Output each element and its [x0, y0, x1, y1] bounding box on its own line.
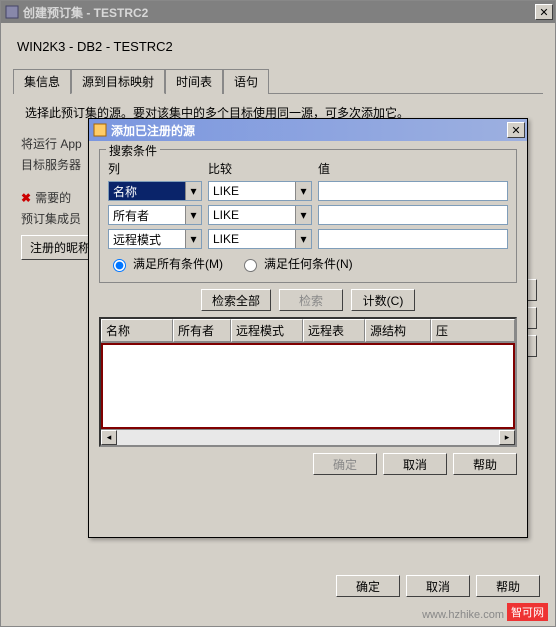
chevron-down-icon: ▾ [295, 206, 311, 224]
main-cancel-button[interactable]: 取消 [406, 575, 470, 597]
scroll-left-icon[interactable]: ◂ [101, 430, 117, 445]
modal-titlebar: 添加已注册的源 ✕ [89, 119, 527, 141]
h-scrollbar[interactable]: ◂ ▸ [101, 429, 515, 445]
chevron-down-icon: ▾ [185, 230, 201, 248]
cond-row-0: 名称▾ LIKE▾ [108, 181, 508, 201]
cmp-select-2[interactable]: LIKE▾ [208, 229, 312, 249]
cond-row-1: 所有者▾ LIKE▾ [108, 205, 508, 225]
chevron-down-icon: ▾ [185, 206, 201, 224]
error-icon: ✖ [21, 191, 31, 205]
cmp-select-1[interactable]: LIKE▾ [208, 205, 312, 225]
main-titlebar: 创建预订集 - TESTRC2 ✕ [1, 1, 555, 23]
main-title: 创建预订集 - TESTRC2 [23, 4, 533, 21]
scroll-right-icon[interactable]: ▸ [499, 430, 515, 445]
radio-all[interactable]: 满足所有条件(M) [108, 255, 223, 272]
results-grid: 名称 所有者 远程模式 远程表 源结构 压 ◂ ▸ [99, 317, 517, 447]
chevron-down-icon: ▾ [185, 182, 201, 200]
val-input-0[interactable] [318, 181, 508, 201]
modal-body: 搜索条件 列 比较 值 名称▾ LIKE▾ 所有者▾ LIKE▾ 远程模式▾ L… [89, 141, 527, 481]
col-select-1[interactable]: 所有者▾ [108, 205, 202, 225]
chevron-down-icon: ▾ [295, 182, 311, 200]
results-header: 名称 所有者 远程模式 远程表 源结构 压 [101, 319, 515, 343]
val-input-1[interactable] [318, 205, 508, 225]
modal-ok-button[interactable]: 确定 [313, 453, 377, 475]
rescol-name[interactable]: 名称 [101, 319, 173, 342]
app-icon [5, 5, 19, 19]
header-val: 值 [318, 160, 508, 177]
search-conditions-fieldset: 搜索条件 列 比较 值 名称▾ LIKE▾ 所有者▾ LIKE▾ 远程模式▾ L… [99, 149, 517, 283]
tab-source-target[interactable]: 源到目标映射 [71, 69, 165, 94]
col-select-0[interactable]: 名称▾ [108, 181, 202, 201]
watermark-badge: 智可网 [507, 603, 548, 621]
search-action-row: 检索全部 检索 计数(C) [99, 289, 517, 311]
search-all-button[interactable]: 检索全部 [201, 289, 271, 311]
add-source-dialog: 添加已注册的源 ✕ 搜索条件 列 比较 值 名称▾ LIKE▾ 所有者▾ LIK… [88, 118, 528, 538]
modal-close-icon[interactable]: ✕ [507, 122, 525, 138]
tab-statements[interactable]: 语句 [223, 69, 269, 94]
header-col: 列 [108, 160, 208, 177]
cond-header: 列 比较 值 [108, 160, 508, 177]
modal-icon [93, 123, 107, 137]
close-icon[interactable]: ✕ [535, 4, 553, 20]
radio-any[interactable]: 满足任何条件(N) [239, 255, 353, 272]
cmp-select-0[interactable]: LIKE▾ [208, 181, 312, 201]
radio-any-input[interactable] [244, 259, 257, 272]
rescol-remote-schema[interactable]: 远程模式 [231, 319, 303, 342]
count-button[interactable]: 计数(C) [351, 289, 415, 311]
chevron-down-icon: ▾ [295, 230, 311, 248]
cond-row-2: 远程模式▾ LIKE▾ [108, 229, 508, 249]
modal-title: 添加已注册的源 [111, 122, 505, 139]
radio-row: 满足所有条件(M) 满足任何条件(N) [108, 255, 508, 272]
tab-schedule[interactable]: 时间表 [165, 69, 223, 94]
main-bottom-buttons: 确定 取消 帮助 [336, 575, 540, 597]
breadcrumb: WIN2K3 - DB2 - TESTRC2 [17, 39, 543, 54]
tab-bar: 集信息 源到目标映射 时间表 语句 [13, 68, 543, 94]
rescol-source-struct[interactable]: 源结构 [365, 319, 431, 342]
col-select-2[interactable]: 远程模式▾ [108, 229, 202, 249]
main-help-button[interactable]: 帮助 [476, 575, 540, 597]
val-input-2[interactable] [318, 229, 508, 249]
scroll-track[interactable] [117, 430, 499, 445]
modal-help-button[interactable]: 帮助 [453, 453, 517, 475]
results-body[interactable] [101, 343, 515, 429]
tab-set-info[interactable]: 集信息 [13, 69, 71, 94]
rescol-compress[interactable]: 压 [431, 319, 515, 342]
rescol-owner[interactable]: 所有者 [173, 319, 231, 342]
fieldset-legend: 搜索条件 [106, 142, 160, 159]
search-button[interactable]: 检索 [279, 289, 343, 311]
radio-all-input[interactable] [113, 259, 126, 272]
watermark-url: www.hzhike.com [422, 609, 504, 621]
modal-button-row: 确定 取消 帮助 [99, 453, 517, 475]
main-ok-button[interactable]: 确定 [336, 575, 400, 597]
modal-cancel-button[interactable]: 取消 [383, 453, 447, 475]
header-cmp: 比较 [208, 160, 318, 177]
rescol-remote-table[interactable]: 远程表 [303, 319, 365, 342]
